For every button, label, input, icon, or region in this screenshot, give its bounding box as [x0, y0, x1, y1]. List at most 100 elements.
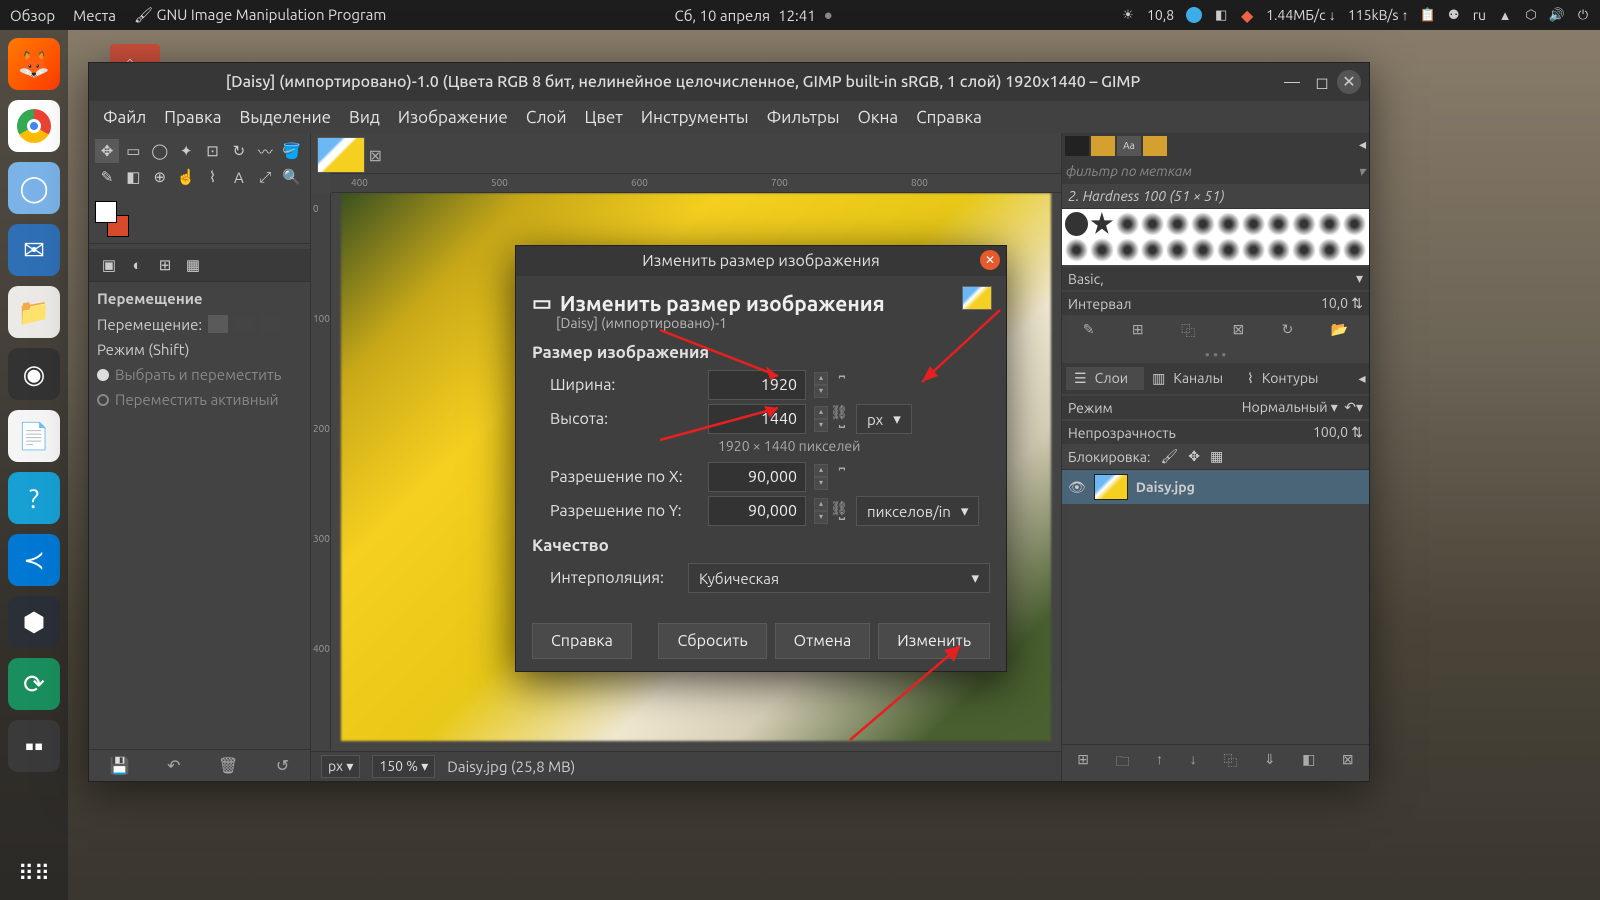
brush-preset-select[interactable]: Basic,▾ [1062, 267, 1369, 290]
move-sel-icon[interactable] [234, 315, 254, 333]
layer-item[interactable]: 👁 Daisy.jpg [1062, 470, 1369, 504]
tool-pencil[interactable]: ✎ [95, 165, 119, 189]
layer-dup-icon[interactable]: ⿻ [1223, 751, 1237, 775]
dock-libreoffice[interactable]: 📄 [8, 410, 60, 462]
move-layer-icon[interactable] [208, 315, 228, 333]
dock-app-green[interactable]: ⟳ [8, 658, 60, 710]
toolopt-save-icon[interactable]: 💾 [110, 756, 130, 775]
resy-input[interactable] [708, 496, 806, 526]
volume-icon[interactable]: 🔊 [1550, 8, 1564, 22]
scale-button[interactable]: Изменить [878, 623, 990, 659]
toolopt-tab-icon[interactable]: ▣ [97, 253, 121, 277]
menu-tools[interactable]: Инструменты [635, 104, 755, 131]
width-spinner[interactable]: ▴▾ [814, 372, 828, 398]
layers-menu-icon[interactable]: ◂ [1350, 367, 1369, 390]
layer-merge-icon[interactable]: ⇓ [1264, 751, 1276, 775]
help-button[interactable]: Справка [532, 623, 632, 659]
layer-del-icon[interactable]: ⊠ [1342, 751, 1354, 775]
rp-tab-brushes[interactable] [1065, 136, 1089, 156]
dock-chromium[interactable]: ◯ [8, 162, 60, 214]
status-unit-select[interactable]: px ▾ [321, 755, 360, 778]
dock-files[interactable]: 📁 [8, 286, 60, 338]
rp-tab-fonts[interactable]: Aa [1117, 136, 1141, 156]
toolopt-reset-icon[interactable]: ↺ [276, 756, 289, 775]
tool-path[interactable]: ⌇ [201, 165, 225, 189]
tool-picker[interactable]: ⤢ [253, 165, 277, 189]
dock-vscode[interactable]: ≺ [8, 534, 60, 586]
resx-spinner[interactable]: ▴▾ [814, 464, 828, 490]
dock-firefox[interactable]: 🦊 [8, 38, 60, 90]
resx-input[interactable] [708, 462, 806, 492]
tool-rotate[interactable]: ↻ [227, 139, 251, 163]
layer-name[interactable]: Daisy.jpg [1136, 479, 1195, 495]
time-label[interactable]: 12:41 [778, 7, 816, 24]
tab-paths[interactable]: ⌇Контуры [1239, 367, 1334, 390]
dock-virtualbox[interactable]: ⬢ [8, 596, 60, 648]
menu-filters[interactable]: Фильтры [761, 104, 846, 131]
move-path-icon[interactable] [260, 315, 280, 333]
tool-move[interactable]: ✥ [95, 139, 119, 163]
tool-text[interactable]: A [227, 165, 251, 189]
toolopt-delete-icon[interactable]: 🗑 [218, 756, 238, 775]
brush-del-icon[interactable]: ⊠ [1233, 321, 1245, 341]
clipboard-icon[interactable]: 📋 [1421, 8, 1435, 22]
toolopt-restore-icon[interactable]: ↶ [167, 756, 180, 775]
res-chain-icon[interactable]: ⛓ [830, 500, 848, 517]
tool-free-select[interactable]: ◯ [148, 139, 172, 163]
dock-show-apps[interactable]: ⠿⠿ [8, 848, 60, 900]
layer-mask-icon[interactable]: ◧ [1302, 751, 1315, 775]
tool-fuzzy-select[interactable]: ✦ [174, 139, 198, 163]
window-titlebar[interactable]: [Daisy] (импортировано)-1.0 (Цвета RGB 8… [89, 63, 1369, 101]
brush-dup-icon[interactable]: ⿻ [1181, 321, 1195, 341]
places-menu[interactable]: Места [73, 7, 116, 24]
menu-windows[interactable]: Окна [852, 104, 905, 131]
rp-tab-patterns[interactable] [1091, 136, 1115, 156]
radio-active[interactable] [97, 394, 109, 406]
close-button[interactable]: ✕ [1337, 70, 1361, 94]
layer-new-icon[interactable]: ⊞ [1077, 751, 1089, 775]
weather-icon[interactable]: ☀ [1121, 8, 1135, 22]
dock-help[interactable]: ? [8, 472, 60, 524]
resy-spinner[interactable]: ▴▾ [814, 498, 828, 524]
keyboard-layout[interactable]: ru [1473, 7, 1486, 23]
dock-rhythmbox[interactable]: ◉ [8, 348, 60, 400]
layer-group-icon[interactable]: 🗀 [1116, 751, 1130, 775]
menu-image[interactable]: Изображение [392, 104, 514, 131]
height-spinner[interactable]: ▴▾ [814, 406, 828, 432]
date-label[interactable]: Сб, 10 апреля [675, 7, 771, 24]
layer-down-icon[interactable]: ↓ [1190, 751, 1197, 775]
lock-position-icon[interactable]: ✥ [1188, 448, 1200, 465]
menu-edit[interactable]: Правка [158, 104, 227, 131]
tool-smudge[interactable]: ☝ [174, 165, 198, 189]
status-zoom-select[interactable]: 150 % ▾ [372, 755, 435, 778]
toolopt-tab-icon4[interactable]: ▦ [181, 253, 205, 277]
dock-chrome[interactable] [8, 100, 60, 152]
res-unit-select[interactable]: пикселов/in▾ [856, 496, 979, 526]
tab-close-icon[interactable]: ⊠ [369, 146, 382, 165]
brush-open-icon[interactable]: 📂 [1331, 321, 1348, 341]
layer-up-icon[interactable]: ↑ [1156, 751, 1163, 775]
accessibility-icon[interactable]: ⚉ [1447, 8, 1461, 22]
fg-color[interactable] [95, 201, 117, 223]
menu-colors[interactable]: Цвет [579, 104, 629, 131]
ruler-vertical[interactable]: 0100200300400 [311, 193, 331, 751]
menu-file[interactable]: Файл [97, 104, 152, 131]
dialog-close-button[interactable]: ✕ [980, 250, 1000, 270]
dock-terminal[interactable]: ▪▪ [8, 720, 60, 772]
tool-crop[interactable]: ⊡ [201, 139, 225, 163]
height-input[interactable] [708, 404, 806, 434]
tool-warp[interactable]: 〰 [253, 139, 277, 163]
brush-edit-icon[interactable]: ✎ [1083, 321, 1095, 341]
dock-thunderbird[interactable]: ✉ [8, 224, 60, 276]
image-tab[interactable]: ⊠ [317, 137, 365, 173]
toolopt-tab-icon2[interactable]: ◐ [125, 253, 149, 277]
maximize-button[interactable]: ◻ [1307, 73, 1337, 92]
lock-alpha-icon[interactable]: ▦ [1210, 448, 1223, 465]
network-icon[interactable]: ▲ [1498, 8, 1512, 22]
interp-select[interactable]: Кубическая▾ [688, 563, 990, 593]
minimize-button[interactable]: — [1277, 73, 1307, 91]
bluetooth-icon[interactable]: ⬡ [1524, 8, 1538, 22]
tray-sync-icon[interactable] [1186, 7, 1202, 23]
color-swatch[interactable] [95, 201, 135, 237]
brush-interval-field[interactable]: Интервал10,0 ⇅ [1062, 292, 1369, 315]
